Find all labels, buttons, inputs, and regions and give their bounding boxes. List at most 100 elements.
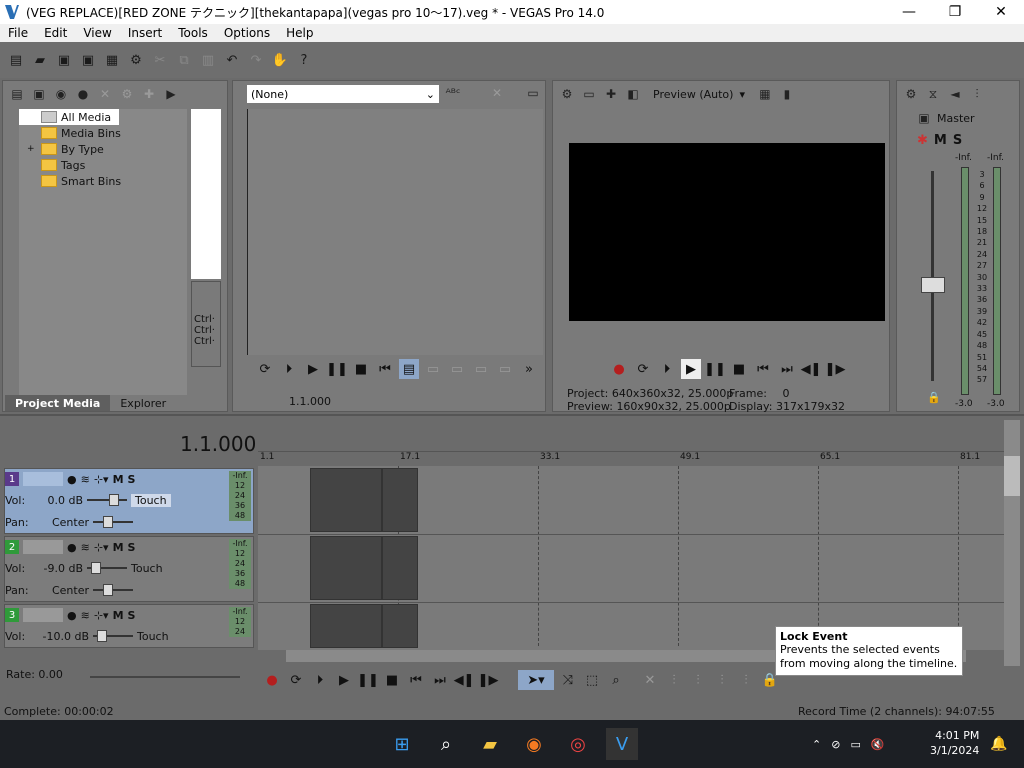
next-frame-icon[interactable]: ❚▶ bbox=[478, 670, 499, 690]
track-header-3[interactable]: 3 ● ≋ ⊹▾ M S Vol: -10.0 dB Touch -Inf. 12 24 bbox=[4, 604, 254, 648]
tree-item-media-bins[interactable]: Media Bins bbox=[19, 125, 187, 141]
track-header-2[interactable]: 2 ● ≋ ⊹▾ M S Vol: -9.0 dB Touch Pan: Center… bbox=[4, 536, 254, 602]
mute-icon[interactable]: ● bbox=[67, 609, 77, 622]
tab-explorer[interactable]: Explorer bbox=[110, 395, 176, 411]
automation-mode[interactable]: Touch bbox=[131, 562, 163, 575]
split-icon[interactable]: ⫶ bbox=[736, 670, 756, 690]
fx-icon[interactable]: ≋ bbox=[81, 473, 90, 486]
play-icon[interactable]: ▶ bbox=[303, 359, 323, 379]
master-properties-icon[interactable]: ⚙ bbox=[901, 84, 921, 104]
windows-start-icon[interactable]: ⊞ bbox=[386, 728, 418, 760]
marker-bar[interactable] bbox=[258, 438, 1004, 452]
fx-icon[interactable]: ≋ bbox=[81, 609, 90, 622]
prev-frame-icon[interactable]: ◀❚ bbox=[454, 670, 475, 690]
go-to-end-icon[interactable]: ⏭ bbox=[777, 359, 797, 379]
dim-output-icon[interactable]: ◄ bbox=[945, 84, 965, 104]
play-from-start-icon[interactable]: ⏵ bbox=[310, 670, 330, 690]
render-icon[interactable]: ▦ bbox=[102, 50, 122, 70]
display-icon[interactable]: ▭ bbox=[850, 738, 860, 751]
new-project-icon[interactable]: ▤ bbox=[6, 50, 26, 70]
properties-gear-icon[interactable]: ⚙ bbox=[126, 50, 146, 70]
mute-icon[interactable]: ● bbox=[67, 541, 77, 554]
solo-button[interactable]: S bbox=[128, 473, 136, 486]
automation-mode[interactable]: Touch bbox=[131, 493, 171, 507]
add-to-timeline-icon[interactable]: ▤ bbox=[399, 359, 419, 379]
chrome-icon[interactable]: ◎ bbox=[562, 728, 594, 760]
pan-slider[interactable] bbox=[93, 584, 133, 596]
cut-icon[interactable]: ✂ bbox=[150, 50, 170, 70]
mixer-icon[interactable]: ⫶ bbox=[967, 84, 987, 104]
menu-help[interactable]: Help bbox=[278, 26, 321, 40]
record-icon[interactable]: ● bbox=[262, 670, 282, 690]
fit-icon[interactable]: ▭ bbox=[471, 359, 491, 379]
envelope-tool-icon[interactable]: ⤨ bbox=[558, 670, 578, 690]
master-mute-button[interactable]: M bbox=[934, 133, 947, 148]
pause-icon[interactable]: ❚❚ bbox=[326, 359, 348, 379]
tree-item-tags[interactable]: Tags bbox=[19, 157, 187, 173]
downmix-icon[interactable]: ⧖ bbox=[923, 84, 943, 104]
clock[interactable]: 4:01 PM 3/1/2024 bbox=[930, 728, 979, 758]
volume-slider[interactable] bbox=[87, 494, 127, 506]
audio-event[interactable] bbox=[310, 604, 382, 648]
rate-slider[interactable] bbox=[90, 676, 240, 678]
normal-edit-tool-icon[interactable]: ➤▾ bbox=[518, 670, 554, 690]
play-from-start-icon[interactable]: ⏵ bbox=[279, 359, 299, 379]
fx-icon[interactable]: ✚ bbox=[601, 84, 621, 104]
menu-view[interactable]: View bbox=[75, 26, 119, 40]
network-icon[interactable]: ⊘ bbox=[831, 738, 840, 751]
minimize-button[interactable]: — bbox=[886, 0, 932, 24]
import-media-icon[interactable]: ▤ bbox=[7, 84, 27, 104]
audio-event[interactable] bbox=[382, 604, 418, 648]
tree-item-all-media[interactable]: All Media bbox=[19, 109, 119, 125]
spellcheck-icon[interactable]: ᴬᴮᶜ bbox=[443, 83, 463, 103]
timeline-track-area[interactable] bbox=[258, 466, 1004, 650]
go-to-start-icon[interactable]: ⏮ bbox=[375, 359, 395, 379]
expand-icon[interactable]: + bbox=[27, 144, 37, 154]
whats-this-help-icon[interactable]: ? bbox=[294, 50, 314, 70]
paste-icon[interactable]: ▥ bbox=[198, 50, 218, 70]
edit-tool-icon[interactable]: ✋ bbox=[270, 50, 290, 70]
track-header-1[interactable]: 1 ● ≋ ⊹▾ M S Vol: 0.0 dB Touch Pan: Center … bbox=[4, 468, 254, 534]
preview-quality-dropdown[interactable]: Preview (Auto) ▾ bbox=[653, 88, 745, 101]
loop-icon[interactable]: ⟳ bbox=[255, 359, 275, 379]
audio-event[interactable] bbox=[310, 468, 382, 532]
tag-icon[interactable]: ✚ bbox=[139, 84, 159, 104]
trimmer-menu-icon[interactable]: ▭ bbox=[523, 83, 543, 103]
stop-icon[interactable]: ■ bbox=[382, 670, 402, 690]
splitter[interactable] bbox=[0, 414, 1024, 416]
solo-button[interactable]: S bbox=[128, 541, 136, 554]
loop-icon[interactable]: ⟳ bbox=[633, 359, 653, 379]
audio-event[interactable] bbox=[310, 536, 382, 600]
selection-tool-icon[interactable]: ⬚ bbox=[582, 670, 602, 690]
tree-item-by-type[interactable]: + By Type bbox=[19, 141, 187, 157]
split-screen-icon[interactable]: ◧ bbox=[623, 84, 643, 104]
solo-button[interactable]: S bbox=[128, 609, 136, 622]
tree-item-smart-bins[interactable]: Smart Bins bbox=[19, 173, 187, 189]
redo-icon[interactable]: ↷ bbox=[246, 50, 266, 70]
track-name-field[interactable] bbox=[23, 540, 63, 554]
play-icon[interactable]: ▶ bbox=[681, 359, 701, 379]
menu-options[interactable]: Options bbox=[216, 26, 278, 40]
search-icon[interactable]: ⌕ bbox=[430, 728, 462, 760]
delete-icon[interactable]: ✕ bbox=[640, 670, 660, 690]
overwrite-icon[interactable]: ▭ bbox=[447, 359, 467, 379]
mute-button[interactable]: M bbox=[113, 541, 124, 554]
volume-slider[interactable] bbox=[93, 630, 133, 642]
open-folder-icon[interactable]: ▰ bbox=[30, 50, 50, 70]
volume-muted-icon[interactable]: 🔇 bbox=[871, 738, 885, 751]
trim-start-icon[interactable]: ⫶ bbox=[688, 670, 708, 690]
go-to-end-icon[interactable]: ⏭ bbox=[430, 670, 450, 690]
automation-icon[interactable]: ⊹▾ bbox=[94, 541, 109, 554]
copy-snapshot-icon[interactable]: ▮ bbox=[777, 84, 797, 104]
web-icon[interactable]: ● bbox=[73, 84, 93, 104]
track-name-field[interactable] bbox=[23, 472, 63, 486]
clear-icon[interactable]: ✕ bbox=[487, 83, 507, 103]
trim-icon[interactable]: ⫶ bbox=[664, 670, 684, 690]
next-frame-icon[interactable]: ❚▶ bbox=[825, 359, 846, 379]
pan-slider[interactable] bbox=[93, 516, 133, 528]
trim-icon[interactable]: ▭ bbox=[495, 359, 515, 379]
more-arrow-icon[interactable]: ▶ bbox=[161, 84, 181, 104]
chevron-up-icon[interactable]: ⌃ bbox=[812, 738, 821, 751]
menu-insert[interactable]: Insert bbox=[120, 26, 170, 40]
play-from-start-icon[interactable]: ⏵ bbox=[657, 359, 677, 379]
